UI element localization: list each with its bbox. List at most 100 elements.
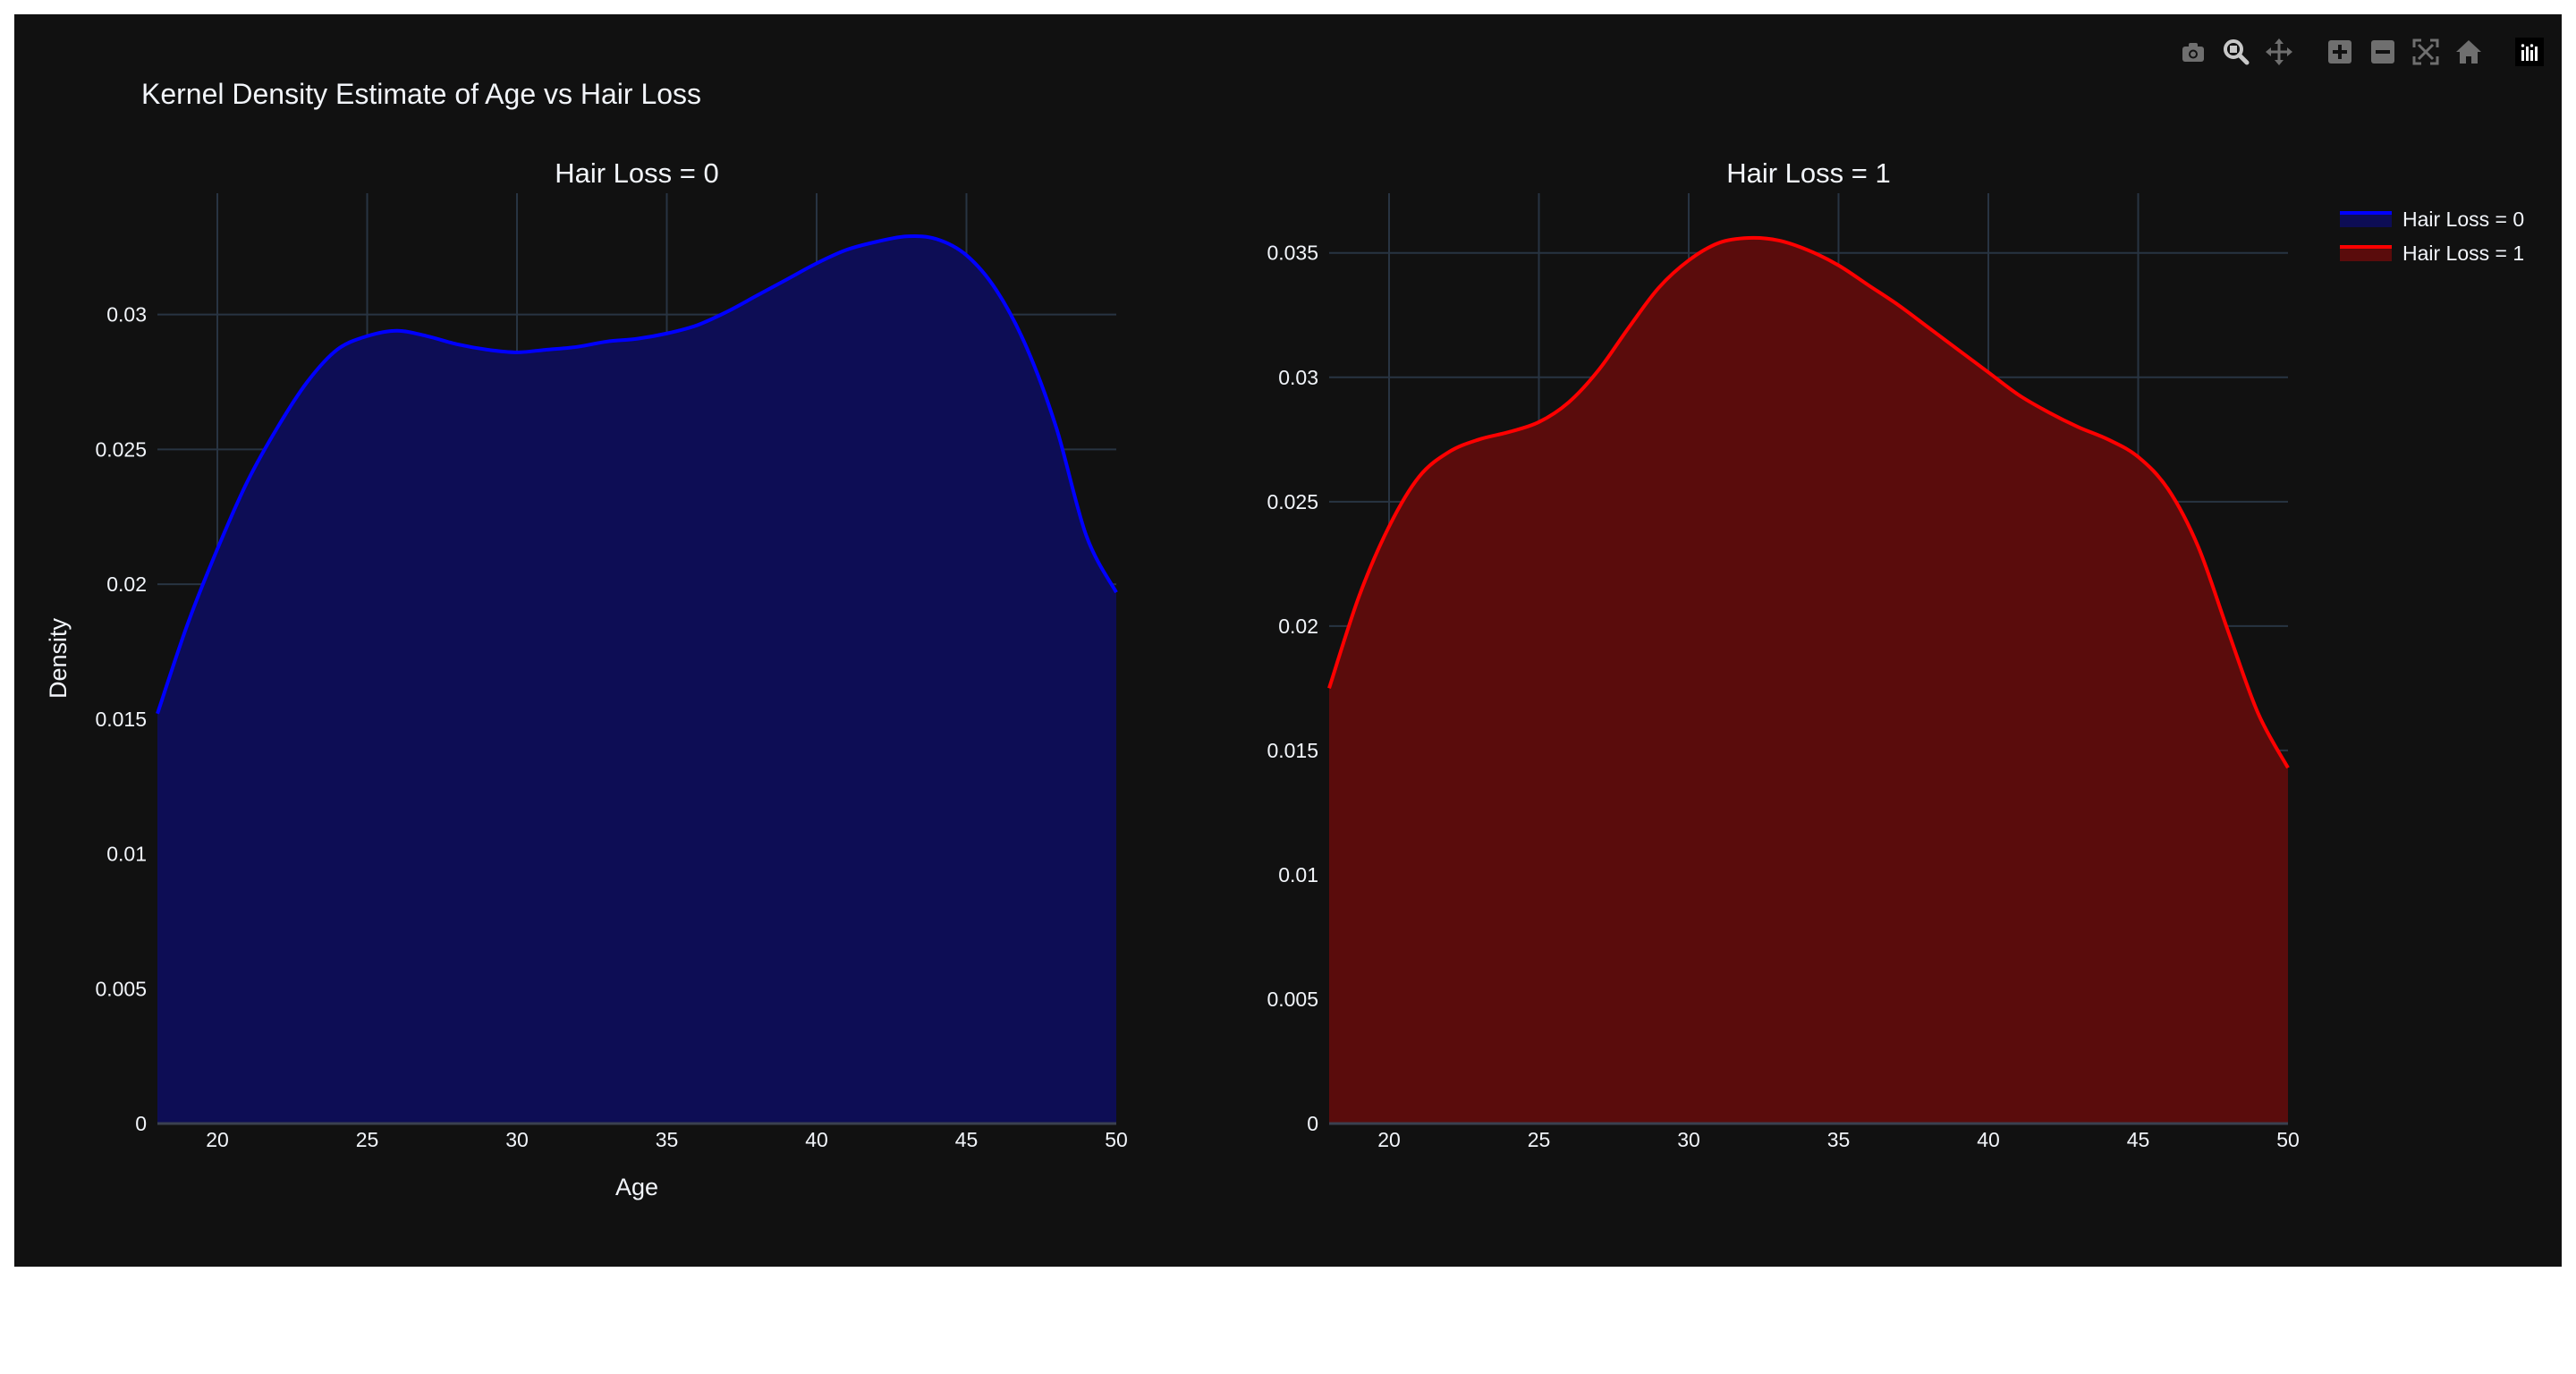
data-point[interactable]	[1627, 326, 1631, 329]
data-point[interactable]	[1478, 437, 1481, 441]
legend[interactable]: Hair Loss = 0 Hair Loss = 1	[2340, 208, 2524, 265]
x-tick-label: 50	[1105, 1128, 1128, 1151]
data-point[interactable]	[275, 426, 279, 429]
data-point[interactable]	[606, 340, 609, 344]
subplot-0: 20 25 30 35 40 45 50 0 0.005 0.01 0.015 0.02 0.025 0.…	[45, 157, 1128, 1200]
data-point[interactable]	[785, 277, 789, 281]
reset-axes-icon[interactable]	[2449, 34, 2488, 70]
data-point[interactable]	[965, 253, 969, 257]
data-point[interactable]	[1897, 303, 1901, 307]
legend-item[interactable]: Hair Loss = 1	[2340, 242, 2524, 265]
x-axis-label: Age	[615, 1174, 658, 1200]
x-tick-label: 20	[1377, 1128, 1401, 1151]
camera-icon[interactable]	[2174, 34, 2213, 70]
x-tick-label: 20	[206, 1128, 229, 1151]
data-point[interactable]	[1358, 594, 1361, 598]
data-point[interactable]	[156, 712, 159, 716]
figure-title: Kernel Density Estimate of Age vs Hair L…	[141, 78, 701, 110]
y-tick-label: 0.03	[1278, 366, 1318, 389]
data-point[interactable]	[1387, 525, 1391, 529]
zoom-out-icon[interactable]	[2363, 34, 2402, 70]
x-tick-label: 30	[505, 1128, 529, 1151]
data-point[interactable]	[2046, 411, 2050, 414]
modebar	[2174, 34, 2549, 70]
autoscale-icon[interactable]	[2406, 34, 2445, 70]
data-point[interactable]	[2077, 425, 2080, 428]
data-point[interactable]	[2286, 766, 2290, 769]
data-point[interactable]	[2226, 629, 2230, 632]
data-point[interactable]	[905, 234, 909, 238]
x-tick-label: 25	[1528, 1128, 1551, 1151]
data-point[interactable]	[2166, 488, 2170, 491]
data-point[interactable]	[395, 329, 399, 333]
data-point[interactable]	[2137, 455, 2140, 459]
data-point[interactable]	[216, 547, 219, 551]
data-point[interactable]	[665, 332, 669, 335]
data-point[interactable]	[426, 335, 429, 338]
data-point[interactable]	[246, 480, 250, 484]
data-point[interactable]	[1025, 345, 1029, 349]
data-point[interactable]	[455, 343, 459, 346]
data-point[interactable]	[1597, 368, 1601, 371]
x-tick-label: 30	[1677, 1128, 1700, 1151]
x-tick-label: 45	[955, 1128, 979, 1151]
data-point[interactable]	[1717, 242, 1721, 245]
data-point[interactable]	[335, 348, 339, 352]
data-point[interactable]	[875, 240, 878, 243]
pan-icon[interactable]	[2259, 34, 2299, 70]
data-point[interactable]	[1538, 420, 1541, 424]
data-point[interactable]	[1567, 401, 1571, 404]
data-point[interactable]	[1447, 450, 1451, 454]
data-point[interactable]	[1867, 284, 1870, 287]
x-tick-label: 40	[805, 1128, 828, 1151]
x-tick-label: 45	[2127, 1128, 2150, 1151]
data-point[interactable]	[1927, 326, 1930, 329]
data-point[interactable]	[935, 237, 938, 241]
y-tick-label: 0.035	[1267, 242, 1318, 265]
data-point[interactable]	[2197, 545, 2200, 548]
data-point[interactable]	[1085, 534, 1089, 538]
data-point[interactable]	[1837, 264, 1841, 267]
y-tick-label: 0	[1307, 1112, 1318, 1135]
data-point[interactable]	[1507, 430, 1511, 434]
data-point[interactable]	[1687, 259, 1690, 262]
data-point[interactable]	[1055, 426, 1058, 429]
subplot-1: 20 25 30 35 40 45 50 0 0.005 0.01 0.015 0.02 0.025 0.…	[1267, 157, 2299, 1151]
data-point[interactable]	[1418, 475, 1421, 479]
data-point[interactable]	[2257, 711, 2260, 715]
data-point[interactable]	[546, 348, 549, 352]
data-point[interactable]	[845, 248, 849, 251]
data-point[interactable]	[306, 380, 309, 384]
data-point[interactable]	[695, 324, 699, 327]
data-point[interactable]	[1807, 249, 1810, 252]
data-point[interactable]	[366, 335, 369, 338]
data-point[interactable]	[1327, 686, 1331, 690]
data-point[interactable]	[575, 345, 579, 349]
data-point[interactable]	[2017, 393, 2021, 396]
data-point[interactable]	[1777, 239, 1781, 242]
data-point[interactable]	[995, 289, 998, 293]
y-tick-label: 0.005	[95, 977, 147, 1000]
data-point[interactable]	[1657, 286, 1661, 290]
density-area	[1329, 237, 2288, 1124]
data-point[interactable]	[725, 310, 729, 314]
data-point[interactable]	[1987, 370, 1990, 374]
x-tick-label: 40	[1977, 1128, 2000, 1151]
data-point[interactable]	[635, 337, 639, 341]
data-point[interactable]	[1747, 236, 1750, 240]
zoom-icon[interactable]	[2216, 34, 2256, 70]
data-point[interactable]	[515, 351, 519, 354]
legend-label: Hair Loss = 1	[2402, 242, 2524, 265]
plotly-logo-icon[interactable]	[2510, 34, 2549, 70]
data-point[interactable]	[1957, 348, 1961, 352]
subplot-title: Hair Loss = 0	[555, 157, 719, 189]
data-point[interactable]	[2106, 437, 2110, 441]
data-point[interactable]	[815, 261, 818, 265]
legend-label: Hair Loss = 0	[2402, 208, 2524, 231]
data-point[interactable]	[486, 348, 489, 352]
data-point[interactable]	[1114, 590, 1118, 594]
zoom-in-icon[interactable]	[2320, 34, 2360, 70]
data-point[interactable]	[186, 623, 190, 626]
data-point[interactable]	[755, 294, 758, 298]
legend-item[interactable]: Hair Loss = 0	[2340, 208, 2524, 231]
